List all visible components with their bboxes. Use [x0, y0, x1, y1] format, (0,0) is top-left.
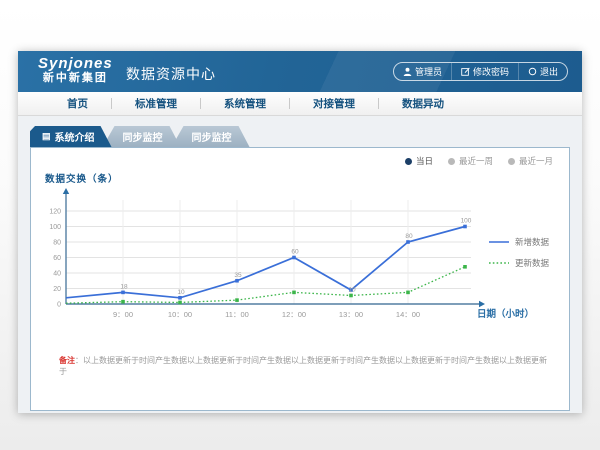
x-axis-title: 日期（小时） [477, 306, 534, 320]
tab-sync-monitor-2[interactable]: 同步监控 [172, 126, 250, 147]
filter-last-month[interactable]: 最近一月 [508, 155, 553, 167]
filter-last-week[interactable]: 最近一周 [448, 155, 493, 167]
tab-sync-monitor-2-label: 同步监控 [192, 129, 232, 144]
logout-label: 退出 [540, 65, 558, 78]
nav-item-data-change[interactable]: 数据异动 [379, 96, 467, 111]
filter-today[interactable]: 当日 [405, 155, 433, 167]
nav-item-system-mgmt[interactable]: 系统管理 [201, 96, 289, 111]
filter-today-label: 当日 [416, 155, 433, 167]
document-icon: ▤ [42, 132, 51, 141]
footnote-text: ：以上数据更新于时间产生数据以上数据更新于时间产生数据以上数据更新于时间产生数据… [59, 356, 547, 376]
change-password-button[interactable]: 修改密码 [451, 63, 518, 80]
svg-text:20: 20 [53, 286, 61, 293]
nav-item-interface-mgmt[interactable]: 对接管理 [290, 96, 378, 111]
legend-updated-data: 更新数据 [489, 257, 549, 269]
chart-legend: 新增数据 更新数据 [489, 236, 549, 269]
user-actions: 管理员 修改密码 退出 [393, 62, 568, 81]
footnote: 备注：以上数据更新于时间产生数据以上数据更新于时间产生数据以上数据更新于时间产生… [59, 355, 547, 377]
nav-item-standard-mgmt[interactable]: 标准管理 [112, 96, 200, 111]
y-axis-title: 数据交换（条） [45, 171, 119, 185]
svg-text:14：00: 14：00 [396, 310, 420, 319]
radio-icon [508, 158, 515, 165]
radio-icon [448, 158, 455, 165]
logo: Synjones 新中新集团 [38, 55, 113, 85]
legend-updated-data-label: 更新数据 [515, 257, 549, 269]
change-password-label: 修改密码 [473, 65, 509, 78]
logo-text-cn: 新中新集团 [38, 72, 113, 85]
svg-text:35: 35 [234, 272, 242, 279]
legend-new-data-label: 新增数据 [515, 236, 549, 248]
svg-text:0: 0 [57, 302, 61, 309]
svg-text:120: 120 [49, 209, 61, 216]
svg-text:13：00: 13：00 [339, 310, 363, 319]
legend-new-data: 新增数据 [489, 236, 549, 248]
green-dotted-sample-icon [489, 261, 509, 265]
footnote-prefix: 备注 [59, 356, 75, 365]
tab-sync-monitor-1-label: 同步监控 [123, 129, 163, 144]
edit-icon [461, 67, 470, 76]
svg-text:80: 80 [405, 233, 413, 240]
user-icon [403, 67, 412, 76]
svg-text:10: 10 [348, 286, 356, 293]
svg-text:40: 40 [53, 271, 61, 278]
svg-text:11：00: 11：00 [225, 310, 249, 319]
app-window: Synjones 新中新集团 数据资源中心 管理员 修改密码 退出 [18, 51, 582, 413]
svg-text:18: 18 [120, 283, 128, 290]
blue-line-sample-icon [489, 240, 509, 244]
header: Synjones 新中新集团 数据资源中心 管理员 修改密码 退出 [18, 51, 582, 92]
svg-text:60: 60 [53, 255, 61, 262]
logo-text-en: Synjones [38, 55, 113, 72]
svg-text:10: 10 [177, 289, 185, 296]
admin-user-label: 管理员 [415, 65, 442, 78]
page-title: 数据资源中心 [126, 64, 216, 84]
svg-text:100: 100 [461, 218, 472, 225]
chart-panel: 当日 最近一周 最近一月 数据交换（条） 0 20 40 60 80 100 120 9：00… [30, 147, 570, 411]
range-filters: 当日 最近一周 最近一月 [405, 155, 553, 167]
svg-text:60: 60 [291, 249, 299, 256]
svg-text:80: 80 [53, 240, 61, 247]
filter-last-month-label: 最近一月 [519, 155, 553, 167]
filter-last-week-label: 最近一周 [459, 155, 493, 167]
logout-button[interactable]: 退出 [518, 63, 567, 80]
svg-text:100: 100 [49, 224, 61, 231]
admin-user-button[interactable]: 管理员 [394, 63, 451, 80]
logout-icon [528, 67, 537, 76]
nav-item-home[interactable]: 首页 [44, 96, 111, 111]
tab-sync-monitor-1[interactable]: 同步监控 [103, 126, 181, 147]
svg-text:10：00: 10：00 [168, 310, 192, 319]
svg-text:12：00: 12：00 [282, 310, 306, 319]
tab-system-intro-label: 系统介绍 [55, 129, 95, 144]
radio-selected-icon [405, 158, 412, 165]
main-nav: 首页 标准管理 系统管理 对接管理 数据异动 [18, 92, 582, 116]
tab-system-intro[interactable]: ▤ 系统介绍 [30, 126, 112, 147]
tab-bar: ▤ 系统介绍 同步监控 同步监控 [30, 126, 250, 147]
svg-text:9：00: 9：00 [113, 310, 133, 319]
